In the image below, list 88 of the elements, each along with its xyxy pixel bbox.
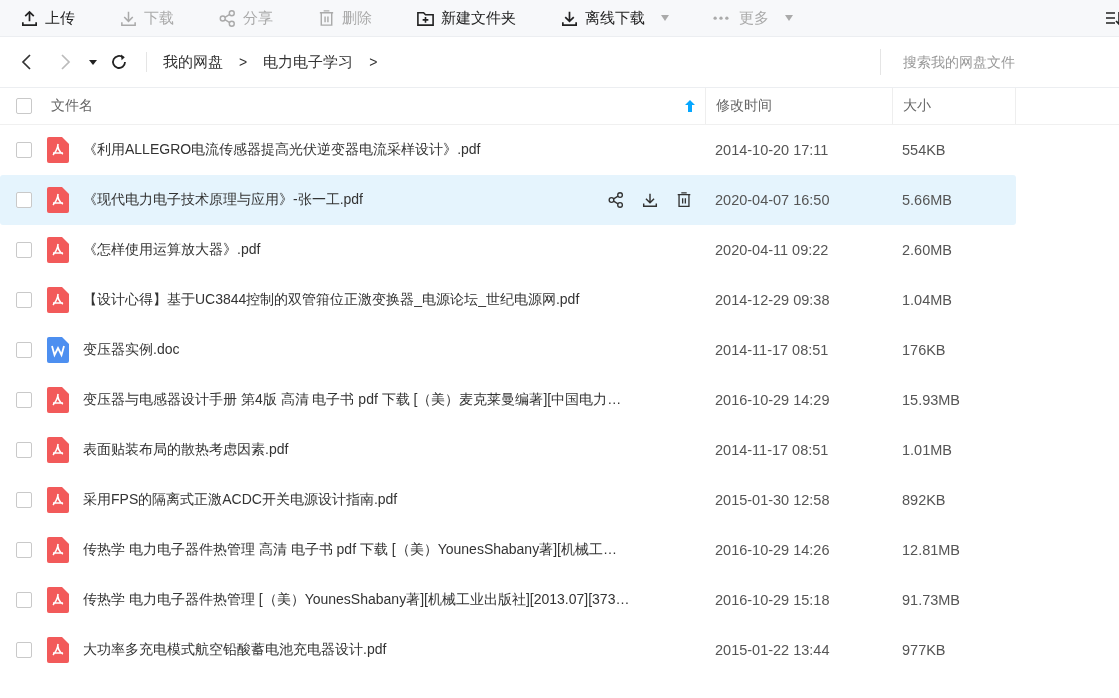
pdf-file-icon (47, 587, 69, 613)
sort-arrow-icon (685, 100, 695, 112)
file-name[interactable]: 传热学 电力电子器件热管理 高清 电子书 pdf 下载 [（美）YounesShabany著][机械工… (83, 541, 617, 559)
file-row[interactable]: 《现代电力电子技术原理与应用》-张一工.pdf 2020-04-07 16:50 5.66MB (0, 175, 1016, 225)
file-name[interactable]: 《怎样使用运算放大器》.pdf (83, 241, 261, 259)
file-size: 1.04MB (901, 292, 953, 308)
row-checkbox[interactable] (16, 492, 32, 508)
breadcrumb-link[interactable]: 电力电子学习 (263, 52, 354, 72)
file-size: 2.60MB (901, 242, 953, 258)
dropdown-caret-icon[interactable] (88, 58, 98, 66)
pdf-file-icon (47, 237, 69, 263)
file-name[interactable]: 表面贴装布局的散热考虑因素.pdf (83, 441, 289, 459)
file-size: 176KB (901, 342, 947, 358)
modified-time: 2014-11-17 08:51 (714, 342, 830, 358)
file-name[interactable]: 【设计心得】基于UC3844控制的双管箝位正激变换器_电源论坛_世纪电源网.pdf (83, 291, 580, 309)
share-icon (218, 8, 237, 28)
file-name[interactable]: 大功率多充电模式航空铅酸蓄电池充电器设计.pdf (83, 641, 387, 659)
modified-time: 2014-10-20 17:11 (714, 142, 830, 158)
pdf-file-icon (47, 187, 69, 213)
file-name[interactable]: 《利用ALLEGRO电流传感器提高光伏逆变器电流采样设计》.pdf (83, 141, 481, 159)
toolbar-button[interactable]: 离线下载 (560, 8, 669, 28)
upload-icon (20, 8, 39, 28)
row-checkbox[interactable] (16, 442, 32, 458)
breadcrumb-separator: > (369, 54, 378, 70)
modified-time: 2020-04-11 09:22 (714, 242, 830, 258)
file-row[interactable]: 采用FPS的隔离式正激ACDC开关电源设计指南.pdf 2015-01-30 12:58 892KB (0, 475, 1016, 525)
pdf-file-icon (47, 387, 69, 413)
file-name[interactable]: 采用FPS的隔离式正激ACDC开关电源设计指南.pdf (83, 491, 398, 509)
file-size: 91.73MB (901, 592, 962, 608)
pdf-file-icon (47, 637, 69, 663)
row-checkbox[interactable] (16, 342, 32, 358)
file-name[interactable]: 传热学 电力电子器件热管理 [（美）YounesShabany著][机械工业出版社][2013.07][373… (83, 591, 630, 609)
sort-list-icon[interactable] (1105, 9, 1119, 27)
modified-time: 2016-10-29 15:18 (714, 592, 831, 608)
pdf-file-icon (47, 437, 69, 463)
modified-time: 2014-12-29 09:38 (714, 292, 831, 308)
modified-time: 2014-11-17 08:51 (714, 442, 830, 458)
row-checkbox[interactable] (16, 142, 32, 158)
file-row[interactable]: 传热学 电力电子器件热管理 [（美）YounesShabany著][机械工业出版社][2013.07][373… 2016-10-29 15:18 91.73MB (0, 575, 1016, 625)
pdf-file-icon (47, 287, 69, 313)
caret-icon (785, 15, 793, 21)
file-size: 15.93MB (901, 392, 962, 408)
file-size: 977KB (901, 642, 947, 658)
column-header[interactable]: 文件名 (51, 88, 705, 124)
search-field[interactable]: 搜索我的网盘文件 (880, 49, 1119, 75)
row-checkbox[interactable] (16, 592, 32, 608)
file-size: 5.66MB (901, 192, 953, 208)
column-header[interactable]: 大小 (892, 88, 1016, 124)
row-checkbox[interactable] (16, 642, 32, 658)
dots-icon (713, 15, 729, 21)
toolbar-button[interactable]: 新建文件夹 (416, 8, 516, 28)
file-size: 892KB (901, 492, 947, 508)
file-name[interactable]: 变压器与电感器设计手册 第4版 高清 电子书 pdf 下载 [（美）麦克莱曼编著][中国电力… (83, 391, 622, 409)
caret-icon (661, 15, 669, 21)
file-row[interactable]: 【设计心得】基于UC3844控制的双管箝位正激变换器_电源论坛_世纪电源网.pdf 2014-12-29 09:38 1.04MB (0, 275, 1016, 325)
file-name[interactable]: 《现代电力电子技术原理与应用》-张一工.pdf (83, 191, 363, 209)
file-size: 12.81MB (901, 542, 962, 558)
file-row[interactable]: 表面贴装布局的散热考虑因素.pdf 2014-11-17 08:51 1.01MB (0, 425, 1016, 475)
modified-time: 2015-01-22 13:44 (714, 642, 831, 658)
refresh-icon[interactable] (110, 53, 128, 71)
row-checkbox[interactable] (16, 392, 32, 408)
modified-time: 2015-01-30 12:58 (714, 492, 831, 508)
word-file-icon (47, 337, 69, 363)
file-row[interactable]: 《怎样使用运算放大器》.pdf 2020-04-11 09:22 2.60MB (0, 225, 1016, 275)
pdf-file-icon (47, 537, 69, 563)
row-checkbox[interactable] (16, 542, 32, 558)
modified-time: 2016-10-29 14:26 (714, 542, 831, 558)
file-row[interactable]: 传热学 电力电子器件热管理 高清 电子书 pdf 下载 [（美）YounesShabany著][机械工… 2016-10-29 14:26 12.81MB (0, 525, 1016, 575)
row-checkbox[interactable] (16, 242, 32, 258)
trash-icon (317, 8, 336, 28)
row-checkbox[interactable] (16, 292, 32, 308)
column-header[interactable]: 修改时间 (705, 88, 892, 124)
file-row[interactable]: 变压器实例.doc 2014-11-17 08:51 176KB (0, 325, 1016, 375)
file-row[interactable]: 《利用ALLEGRO电流传感器提高光伏逆变器电流采样设计》.pdf 2014-10-20 17:11 554KB (0, 125, 1016, 175)
pdf-file-icon (47, 487, 69, 513)
file-row[interactable]: 变压器与电感器设计手册 第4版 高清 电子书 pdf 下载 [（美）麦克莱曼编著][中国电力… 2016-10-29 14:29 15.93MB (0, 375, 1016, 425)
breadcrumb-link[interactable]: 我的网盘 (163, 52, 223, 72)
modified-time: 2020-04-07 16:50 (714, 192, 831, 208)
file-name[interactable]: 变压器实例.doc (83, 341, 180, 359)
file-size: 1.01MB (901, 442, 953, 458)
pdf-file-icon (47, 137, 69, 163)
select-all-checkbox[interactable] (16, 98, 32, 114)
file-size: 554KB (901, 142, 947, 158)
file-row[interactable]: 大功率多充电模式航空铅酸蓄电池充电器设计.pdf 2015-01-22 13:44 977KB (0, 625, 1016, 675)
breadcrumb-separator: > (239, 54, 248, 70)
modified-time: 2016-10-29 14:29 (714, 392, 831, 408)
toolbar-button[interactable]: 上传 (20, 8, 75, 28)
row-checkbox[interactable] (16, 192, 32, 208)
